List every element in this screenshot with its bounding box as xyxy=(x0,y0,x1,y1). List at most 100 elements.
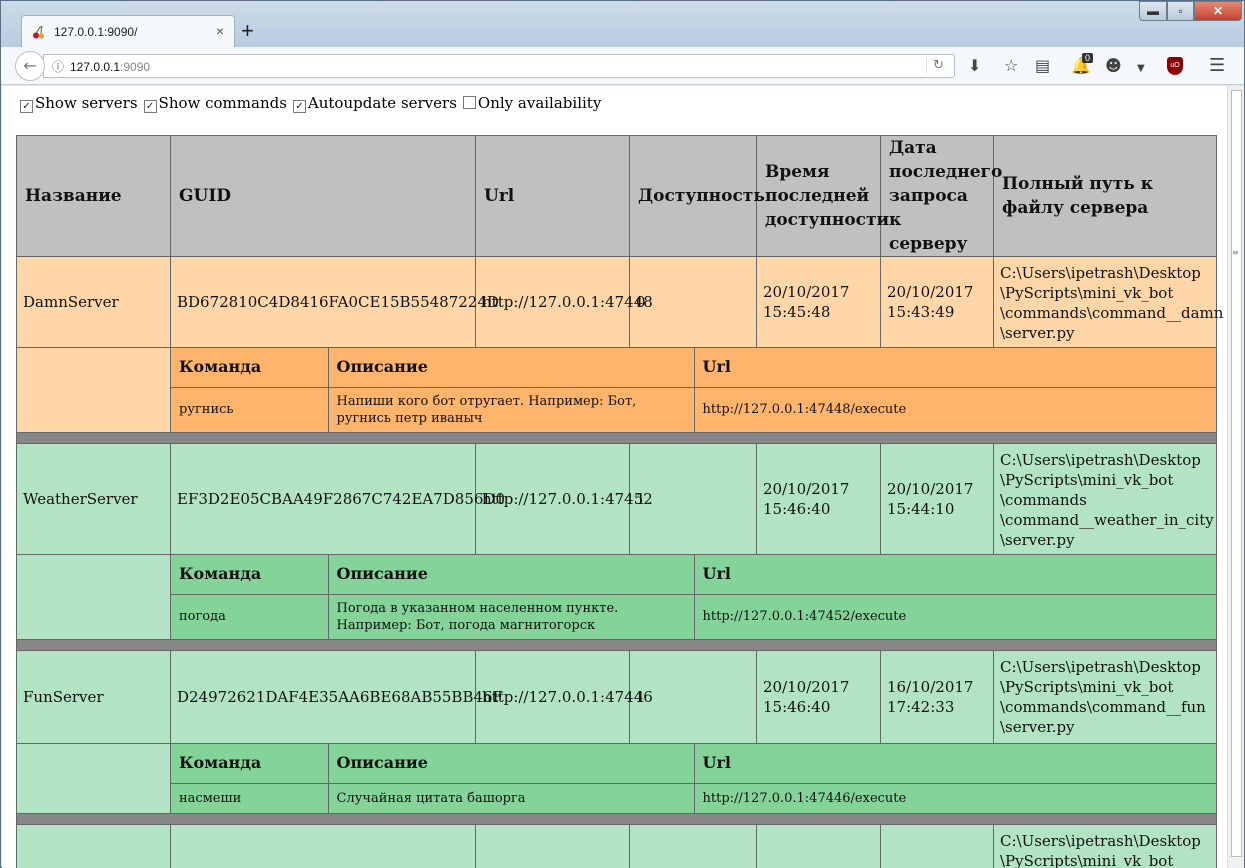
server-guid-cell: EF3D2E05CBAA49F2867C742EA7D856D0 xyxy=(170,443,505,555)
vertical-scrollbar[interactable]: ≡ xyxy=(1227,86,1244,868)
path-line: \PyScripts\mini_vk_bot xyxy=(1000,284,1174,302)
url-port: :9090 xyxy=(120,60,151,74)
option-show-servers[interactable]: ✓ Show servers xyxy=(20,94,138,113)
separator-row xyxy=(16,639,1217,651)
server-last-request-cell: 16/10/2017 17:42:33 xyxy=(880,650,994,744)
command-row: погода Погода в указанном населенном пунк… xyxy=(171,594,1216,639)
commands-table: Команда Описание Url насмеши Случайная цитат… xyxy=(171,744,1216,813)
path-line: C:\Users\ipetrash\Desktop xyxy=(1000,451,1201,469)
path-line: \PyScripts\mini_vk_bot xyxy=(1000,678,1174,696)
server-url-cell xyxy=(475,824,630,868)
new-tab-button[interactable]: + xyxy=(241,19,254,43)
command-column-header[interactable]: Описание xyxy=(327,744,695,784)
scrollbar-thumb[interactable] xyxy=(1231,90,1242,857)
server-path-cell: C:\Users\ipetrash\Desktop \PyScripts\mini… xyxy=(993,256,1224,348)
command-description-cell: Случайная цитата башорга xyxy=(327,783,695,813)
checkbox[interactable]: ✓ xyxy=(20,100,33,113)
commands-table: Команда Описание Url ругнись Напиши кого бот… xyxy=(171,348,1216,432)
option-label: Autoupdate servers xyxy=(307,94,457,112)
column-header[interactable]: GUID xyxy=(170,135,476,257)
server-guid-cell: D24972621DAF4E35AA6BE68AB55BB46F xyxy=(170,650,503,744)
path-line: \server.py xyxy=(1000,718,1075,736)
separator-row xyxy=(16,813,1217,825)
commands-table: Команда Описание Url погода Погода в указанн… xyxy=(171,555,1216,639)
checkbox[interactable] xyxy=(462,96,476,109)
checkbox[interactable]: ✓ xyxy=(292,100,306,113)
command-column-header[interactable]: Url xyxy=(693,555,1216,595)
command-column-header[interactable]: Описание xyxy=(327,348,695,388)
site-info-icon[interactable]: ⓘ xyxy=(52,58,64,75)
server-last-request-cell: 13/10/2017 xyxy=(880,824,994,868)
commands-spacer-cell xyxy=(16,554,171,640)
command-name-cell: насмеши xyxy=(171,783,329,813)
page-content: ✓ Show servers ✓ Show commands ✓ Autoupdate s… xyxy=(2,86,1227,868)
path-line: \command__weather_in_city xyxy=(1000,511,1214,529)
command-url-cell: http://127.0.0.1:47448/execute xyxy=(693,387,1216,432)
server-name-cell xyxy=(16,824,171,868)
close-window-button[interactable]: ✕ xyxy=(1194,1,1242,21)
column-header[interactable]: Url xyxy=(475,135,630,257)
reading-list-icon[interactable]: ▤ xyxy=(1035,57,1050,75)
server-url-cell: http://127.0.0.1:47448 xyxy=(475,256,653,348)
chevron-down-icon[interactable]: ▼ xyxy=(1137,60,1145,78)
commands-spacer-cell xyxy=(16,347,171,433)
server-name-cell: DamnServer xyxy=(16,256,171,348)
command-column-header[interactable]: Описание xyxy=(327,555,695,595)
path-line: \server.py xyxy=(1000,531,1075,549)
monkey-addon-icon[interactable]: ☻ xyxy=(1105,57,1122,75)
commands-header-row: Команда Описание Url xyxy=(171,555,1216,595)
commands-spacer-cell xyxy=(16,743,171,814)
browser-tab[interactable]: 127.0.0.1:9090/ × xyxy=(21,15,235,47)
path-line: \commands xyxy=(1000,491,1087,509)
path-line: \server.py xyxy=(1000,324,1075,342)
path-line: C:\Users\ipetrash\Desktop xyxy=(1000,658,1201,676)
close-tab-icon[interactable]: × xyxy=(216,23,224,39)
server-guid-cell: BD672810C4D8416FA0CE15B55487224D xyxy=(170,256,499,348)
row-separator xyxy=(16,813,1217,825)
column-header[interactable]: Время последней доступности xyxy=(756,135,889,257)
tab-title: 127.0.0.1:9090/ xyxy=(54,25,138,39)
menu-icon[interactable]: ☰ xyxy=(1209,57,1225,75)
command-column-header[interactable]: Url xyxy=(693,744,1216,784)
maximize-window-button[interactable]: ▫ xyxy=(1167,1,1194,21)
server-last-available-cell: 20/10/2017 15:45:48 xyxy=(756,256,881,348)
command-column-header[interactable]: Команда xyxy=(171,555,329,595)
path-line: C:\Users\ipetrash\Desktop xyxy=(1000,832,1201,850)
url-text: 127.0.0.1:9090 xyxy=(70,60,150,74)
tab-strip: 127.0.0.1:9090/ × + ▬ ▫ ✕ xyxy=(1,1,1244,47)
command-column-header[interactable]: Команда xyxy=(171,744,329,784)
column-header[interactable]: Дата последнего запроса к серверу xyxy=(880,135,1002,257)
url-host: 127.0.0.1 xyxy=(70,60,121,74)
command-url-cell: http://127.0.0.1:47452/execute xyxy=(693,594,1216,639)
servers-table: Название GUID Url Доступность Время последне… xyxy=(16,135,1224,868)
download-icon[interactable]: ⬇ xyxy=(968,57,981,75)
column-header[interactable]: Название xyxy=(16,135,171,257)
minimize-window-button[interactable]: ▬ xyxy=(1139,1,1167,21)
reload-icon[interactable]: ↻ xyxy=(926,58,944,73)
path-line: \PyScripts\mini_vk_bot xyxy=(1000,471,1174,489)
column-header[interactable]: Полный путь к файлу сервера xyxy=(993,135,1217,257)
server-url-cell: http://127.0.0.1:47446 xyxy=(475,650,653,744)
row-separator xyxy=(16,432,1217,444)
bookmark-star-icon[interactable]: ☆ xyxy=(1004,57,1018,75)
ublock-shield-icon[interactable]: uO xyxy=(1167,57,1183,75)
path-line: \commands\command__damn xyxy=(1000,304,1224,322)
row-separator xyxy=(16,639,1217,651)
command-column-header[interactable]: Url xyxy=(693,348,1216,388)
server-url-cell: http://127.0.0.1:47452 xyxy=(475,443,653,555)
path-line: \PyScripts\mini_vk_bot xyxy=(1000,852,1174,868)
address-bar[interactable]: ⓘ 127.0.0.1:9090 ↻ xyxy=(43,54,955,78)
browser-window: 127.0.0.1:9090/ × + ▬ ▫ ✕ ⓘ 127.0.0.1:90… xyxy=(0,0,1245,868)
option-autoupdate-servers[interactable]: ✓ Autoupdate servers xyxy=(292,94,457,113)
server-guid-cell xyxy=(170,824,476,868)
path-line: C:\Users\ipetrash\Desktop xyxy=(1000,264,1201,282)
checkbox[interactable]: ✓ xyxy=(143,100,157,113)
server-row: WeatherServer EF3D2E05CBAA49F2867C742EA7D… xyxy=(16,443,1217,555)
option-show-commands[interactable]: ✓ Show commands xyxy=(143,94,287,113)
command-column-header[interactable]: Команда xyxy=(171,348,329,388)
back-button[interactable]: ← xyxy=(15,51,45,81)
option-only-availability[interactable]: Only availability xyxy=(462,94,601,112)
column-header[interactable]: Доступность xyxy=(629,135,765,257)
server-last-available-cell: 20/10/2017 xyxy=(756,824,881,868)
server-path-cell: C:\Users\ipetrash\Desktop \PyScripts\mini… xyxy=(993,443,1217,555)
